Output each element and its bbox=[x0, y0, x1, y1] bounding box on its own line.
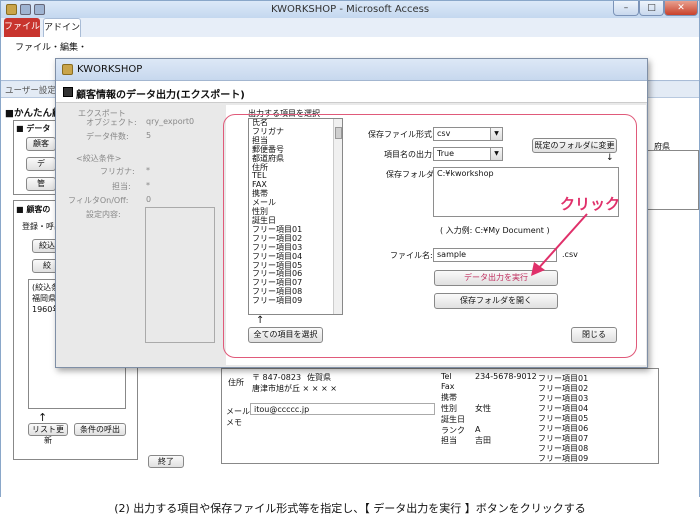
filter-onoff-value: 0 bbox=[146, 195, 152, 204]
de-button[interactable]: デ bbox=[26, 157, 56, 171]
filter-header: <絞込条件> bbox=[76, 154, 122, 163]
address-label: 住所 bbox=[228, 378, 244, 387]
staff-label: 担当 bbox=[441, 436, 457, 445]
tel-label: Tel bbox=[441, 372, 452, 381]
maximize-button[interactable]: □ bbox=[639, 1, 664, 16]
pref-value: 佐賀県 bbox=[307, 373, 331, 382]
dialog-header: 顧客情報のデータ出力(エクスポート) bbox=[56, 81, 647, 103]
tab-file[interactable]: ファイル bbox=[4, 18, 40, 37]
sex-value: 女性 bbox=[475, 404, 491, 413]
rank-value: A bbox=[475, 425, 481, 434]
dialog-title: KWORKSHOP bbox=[77, 64, 143, 75]
object-value: qry_export0 bbox=[146, 117, 195, 126]
annotation-arrow-icon bbox=[531, 213, 588, 276]
record-detail: 住所 〒 847-0823 佐賀県 唐津市旭が丘 × × × × メール ito… bbox=[221, 368, 659, 464]
address-value: 唐津市旭が丘 × × × × bbox=[252, 384, 337, 393]
furigana-label: フリガナ: bbox=[100, 167, 135, 176]
fax-label: Fax bbox=[441, 382, 455, 391]
free-item-label: フリー項目09 bbox=[538, 454, 589, 463]
kan-button[interactable]: 管 bbox=[26, 177, 56, 191]
data-section: ■ データ 顧客 デ 管 bbox=[13, 120, 58, 195]
dialog-heading: 顧客情報のデータ出力(エクスポート) bbox=[76, 90, 245, 101]
kokyaku-button[interactable]: 顧客 bbox=[26, 137, 56, 151]
minimize-button[interactable]: – bbox=[613, 1, 639, 16]
settings-label: 設定内容: bbox=[86, 210, 121, 219]
furigana-value: * bbox=[146, 166, 150, 175]
header-icon bbox=[63, 87, 73, 97]
app-title: KWORKSHOP - Microsoft Access bbox=[270, 4, 430, 15]
staff-value: 吉田 bbox=[475, 436, 491, 445]
recall-condition-button[interactable]: 条件の呼出 bbox=[74, 423, 126, 436]
tanto-value: * bbox=[146, 181, 150, 190]
dialog-title-bar: KWORKSHOP bbox=[56, 59, 647, 81]
exit-button[interactable]: 終了 bbox=[148, 455, 184, 468]
object-label: オブジェクト: bbox=[86, 118, 137, 127]
mail-label: メール bbox=[226, 407, 250, 416]
filter-list-item: 福岡県 bbox=[32, 294, 56, 303]
filter-onoff-label: フィルタOn/Off: bbox=[68, 196, 129, 205]
zip-value: 〒 847-0823 bbox=[252, 373, 302, 382]
sex-label: 性別 bbox=[441, 404, 457, 413]
customer-section-label: ■ 顧客の bbox=[16, 205, 51, 214]
refresh-list-button[interactable]: リスト更新 bbox=[28, 423, 68, 445]
count-label: データ件数: bbox=[86, 132, 129, 141]
tel-value: 234-5678-9012 bbox=[475, 372, 537, 381]
ribbon-tabs: ファイル アドイン bbox=[1, 18, 699, 37]
tanto-label: 担当: bbox=[112, 182, 131, 191]
title-bar: KWORKSHOP - Microsoft Access – □ ✕ bbox=[1, 1, 699, 18]
form-icon bbox=[62, 64, 73, 75]
birthday-label: 誕生日 bbox=[441, 415, 465, 424]
mobile-label: 携帯 bbox=[441, 393, 457, 402]
data-section-label: ■ データ bbox=[16, 124, 51, 133]
form-title: ■かんたん顧 bbox=[5, 108, 62, 119]
count-value: 5 bbox=[146, 131, 152, 140]
settings-box bbox=[145, 207, 215, 343]
custom-menu[interactable]: ファイル・編集・ bbox=[15, 40, 87, 53]
tab-addin[interactable]: アドイン bbox=[43, 18, 81, 37]
right-list[interactable] bbox=[646, 150, 699, 210]
memo-label: メモ bbox=[226, 418, 242, 427]
mail-field[interactable]: itou@ccccc.jp bbox=[250, 403, 435, 415]
caption: (2) 出力する項目や保存ファイル形式等を指定し、【 データ出力を実行 】ボタン… bbox=[0, 497, 700, 520]
close-button[interactable]: ✕ bbox=[664, 1, 698, 16]
